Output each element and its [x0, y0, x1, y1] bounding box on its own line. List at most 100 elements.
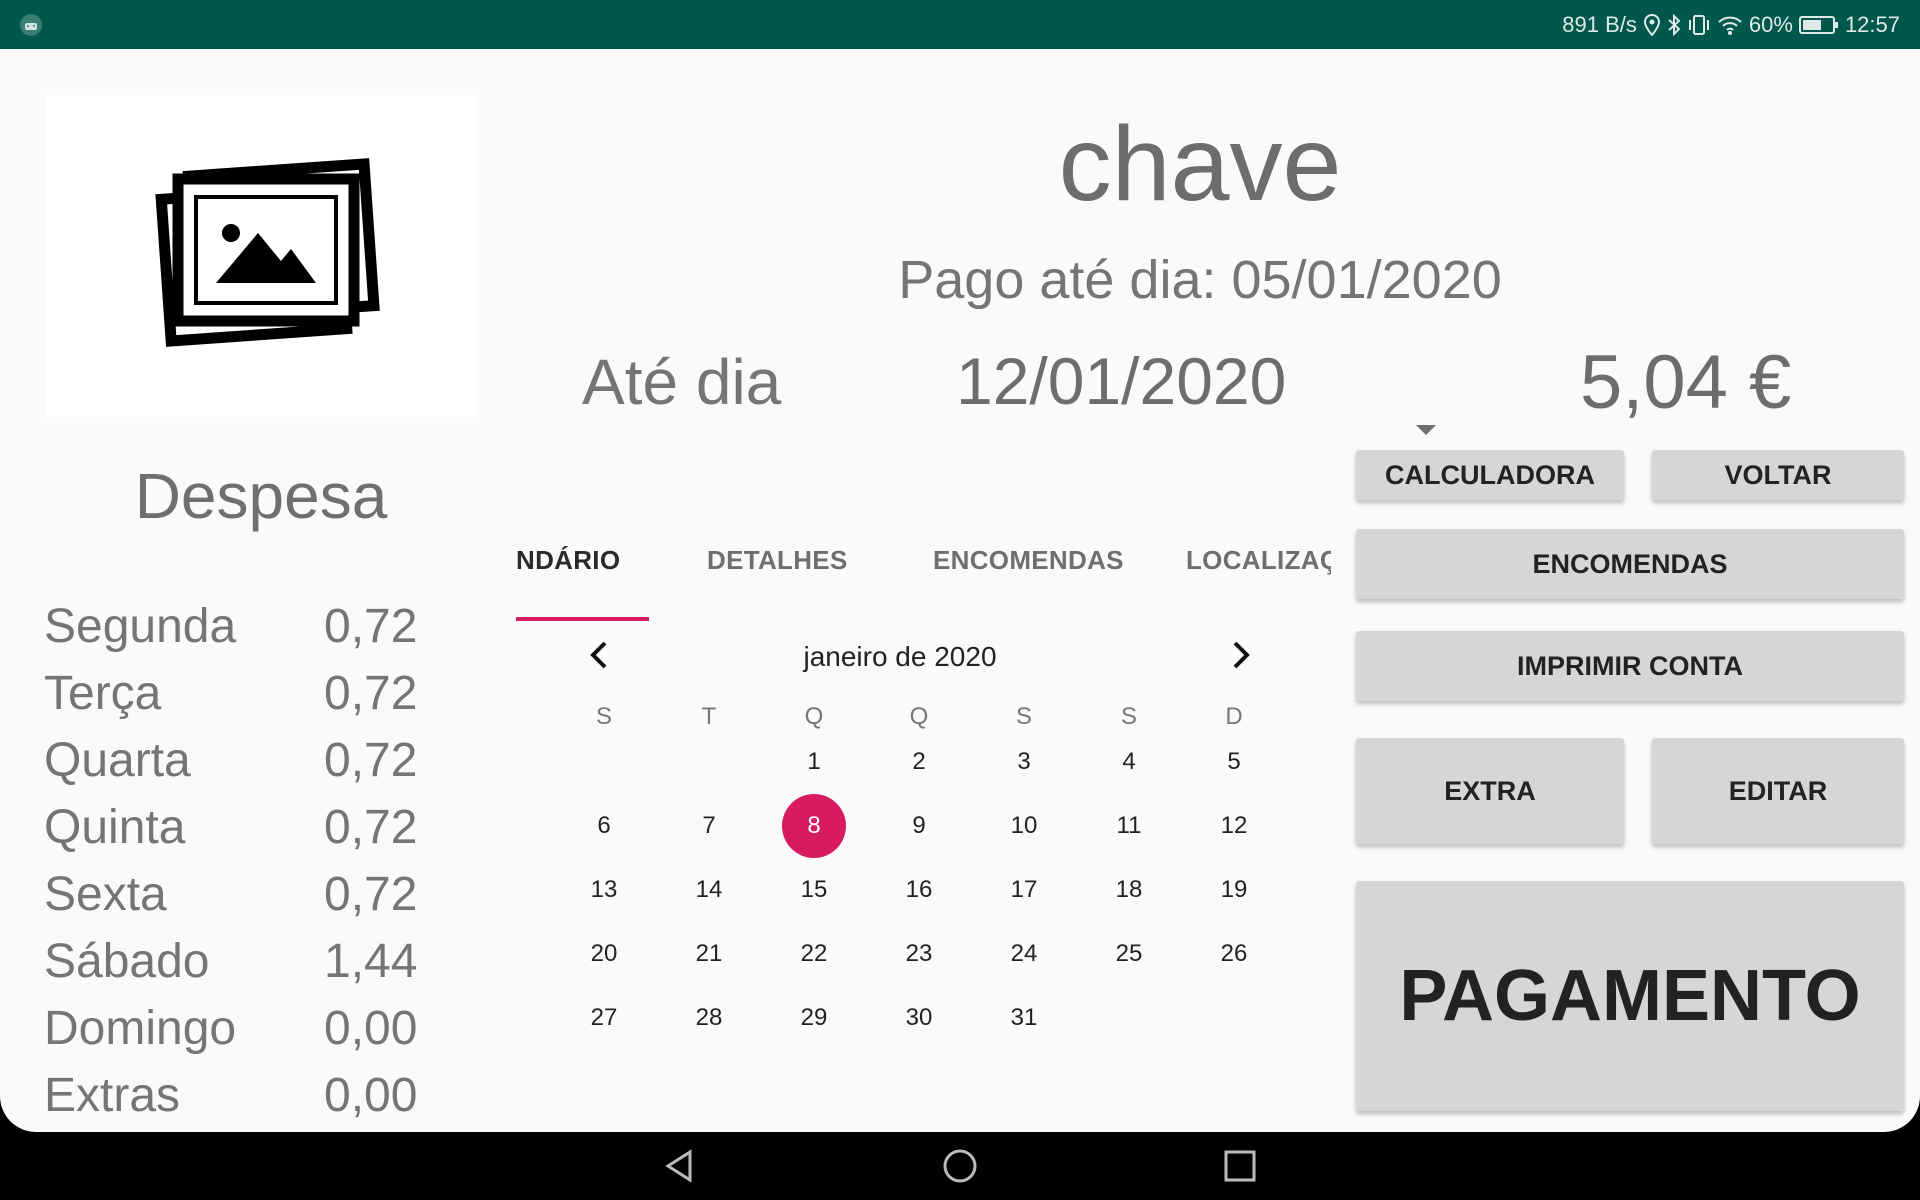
until-date-spinner[interactable]: 12/01/2020 — [950, 339, 1450, 429]
calendar-day[interactable]: 7 — [677, 794, 741, 858]
expense-row: Extras 0,00 — [44, 1068, 424, 1132]
expense-row: Quinta 0,72 — [44, 800, 424, 866]
calendar-day[interactable]: 22 — [782, 922, 846, 986]
calendar-day[interactable]: 28 — [677, 986, 741, 1050]
calendar-day[interactable]: 30 — [887, 986, 951, 1050]
calendar-day[interactable]: 2 — [887, 730, 951, 794]
back-nav-icon[interactable] — [660, 1146, 700, 1186]
calendar-day — [572, 730, 636, 794]
battery-icon — [1798, 15, 1838, 34]
expense-day: Quinta — [44, 801, 186, 854]
calendar-day[interactable]: 1 — [782, 730, 846, 794]
until-date-value: 12/01/2020 — [956, 344, 1287, 418]
expense-value: 0,00 — [324, 1069, 418, 1122]
calendar-month-label: janeiro de 2020 — [803, 641, 997, 672]
calendar: janeiro de 2020 S T Q Q S S D 1 2 3 4 5 … — [540, 635, 1260, 1075]
print-bill-button[interactable]: IMPRIMIR CONTA — [1356, 631, 1904, 701]
orders-button[interactable]: ENCOMENDAS — [1356, 529, 1904, 599]
image-gallery-icon — [155, 158, 380, 347]
calculator-button[interactable]: CALCULADORA — [1356, 450, 1624, 500]
extra-button[interactable]: EXTRA — [1356, 738, 1624, 844]
calendar-day[interactable]: 17 — [992, 858, 1056, 922]
calendar-day[interactable]: 27 — [572, 986, 636, 1050]
navigation-bar — [0, 1132, 1920, 1200]
calendar-day[interactable]: 20 — [572, 922, 636, 986]
battery-percent: 60% — [1748, 11, 1793, 37]
status-bar: 891 B/s 60% 12:57 — [0, 0, 1920, 49]
key-photo[interactable] — [46, 95, 476, 417]
expense-value: 0,72 — [324, 734, 418, 787]
calendar-day — [1097, 986, 1161, 1050]
active-tab-indicator — [516, 617, 649, 621]
calendar-day[interactable]: 5 — [1202, 730, 1266, 794]
edit-button[interactable]: EDITAR — [1652, 738, 1904, 844]
calendar-day-selected[interactable]: 8 — [782, 794, 846, 858]
expense-row: Domingo 0,00 — [44, 1001, 424, 1067]
back-button[interactable]: VOLTAR — [1652, 450, 1904, 500]
weekday-label: S — [1015, 703, 1032, 730]
calendar-day[interactable]: 19 — [1202, 858, 1266, 922]
tab-location[interactable]: LOCALIZAÇ — [1186, 521, 1331, 621]
calendar-day[interactable]: 12 — [1202, 794, 1266, 858]
calendar-day[interactable]: 6 — [572, 794, 636, 858]
until-label: Até dia — [582, 346, 782, 418]
amount-due: 5,04 € — [1580, 340, 1792, 425]
location-icon — [1643, 13, 1660, 36]
calendar-day[interactable]: 14 — [677, 858, 741, 922]
calendar-day[interactable]: 21 — [677, 922, 741, 986]
home-nav-icon[interactable] — [940, 1146, 980, 1186]
expense-value: 0,00 — [324, 1002, 418, 1055]
weekday-label: S — [595, 703, 612, 730]
paid-until-text: Pago até dia: 05/01/2020 — [898, 250, 1502, 310]
calendar-week: 1 2 3 4 5 — [540, 730, 1275, 780]
calendar-week: 13 14 15 16 17 18 19 — [540, 858, 1275, 908]
weekday-label: Q — [909, 703, 929, 730]
vibrate-icon — [1688, 14, 1709, 35]
wifi-icon — [1718, 16, 1742, 35]
expense-value: 1,44 — [324, 935, 418, 988]
previous-month-icon[interactable] — [580, 635, 620, 675]
calendar-week: 20 21 22 23 24 25 26 — [540, 922, 1275, 972]
weekday-label: D — [1225, 703, 1243, 730]
calendar-day[interactable]: 4 — [1097, 730, 1161, 794]
calendar-day[interactable]: 9 — [887, 794, 951, 858]
expense-day: Terça — [44, 667, 162, 720]
payment-button[interactable]: PAGAMENTO — [1356, 881, 1904, 1111]
tab-details[interactable]: DETALHES — [707, 521, 848, 621]
calendar-day[interactable]: 18 — [1097, 858, 1161, 922]
calendar-day — [677, 730, 741, 794]
calendar-day[interactable]: 10 — [992, 794, 1056, 858]
dropdown-arrow-icon[interactable] — [1416, 425, 1436, 435]
calendar-day[interactable]: 31 — [992, 986, 1056, 1050]
calendar-day[interactable]: 24 — [992, 922, 1056, 986]
expense-day: Domingo — [44, 1002, 237, 1055]
main-screen: chave Pago até dia: 05/01/2020 Até dia 1… — [0, 49, 1920, 1132]
expense-day: Sábado — [44, 935, 210, 988]
calendar-day[interactable]: 25 — [1097, 922, 1161, 986]
calendar-day[interactable]: 26 — [1202, 922, 1266, 986]
calendar-day[interactable]: 15 — [782, 858, 846, 922]
expense-day: Sexta — [44, 868, 167, 921]
expense-value: 0,72 — [324, 667, 418, 720]
calendar-day[interactable]: 23 — [887, 922, 951, 986]
expense-value: 0,72 — [324, 600, 418, 653]
recents-nav-icon[interactable] — [1220, 1146, 1260, 1186]
calendar-day[interactable]: 3 — [992, 730, 1056, 794]
next-month-icon[interactable] — [1220, 635, 1260, 675]
expense-row: Sábado 1,44 — [44, 934, 424, 1000]
expense-day: Segunda — [44, 600, 237, 653]
calendar-week: 27 28 29 30 31 — [540, 986, 1275, 1036]
weekday-label: T — [701, 703, 717, 730]
page-title: chave — [1058, 105, 1342, 223]
clock: 12:57 — [1844, 11, 1900, 37]
tab-orders[interactable]: ENCOMENDAS — [933, 521, 1124, 621]
expense-day: Quarta — [44, 734, 191, 787]
expense-day: Extras — [44, 1069, 181, 1122]
tab-calendar[interactable]: NDÁRIO — [516, 521, 620, 621]
calendar-day[interactable]: 13 — [572, 858, 636, 922]
calendar-day[interactable]: 11 — [1097, 794, 1161, 858]
expense-value: 0,72 — [324, 868, 418, 921]
calendar-day[interactable]: 16 — [887, 858, 951, 922]
calendar-day[interactable]: 29 — [782, 986, 846, 1050]
expense-row: Terça 0,72 — [44, 666, 424, 732]
